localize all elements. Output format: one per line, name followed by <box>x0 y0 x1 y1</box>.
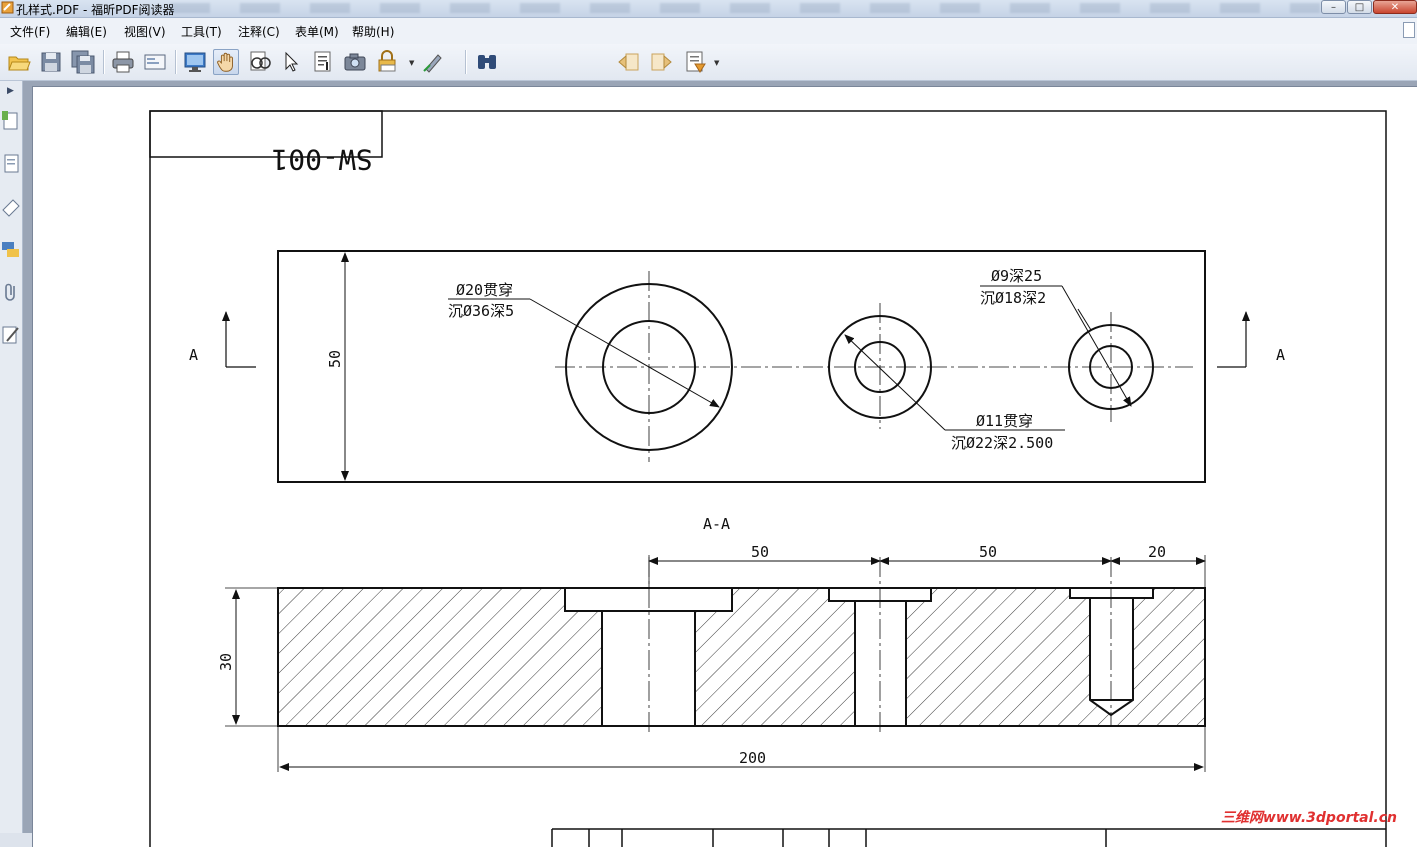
toolbar: ▼ ▼ <box>0 44 1417 114</box>
hole2-callout-line1: Ø11贯穿 <box>976 412 1033 430</box>
save-all-icon[interactable] <box>70 49 96 75</box>
section-hatch <box>278 588 1205 726</box>
hand-tool-icon[interactable] <box>213 49 239 75</box>
hole3-callout-line1: Ø9深25 <box>991 267 1042 285</box>
bookmark-icon[interactable] <box>1 196 21 218</box>
signature-icon[interactable] <box>1 324 21 346</box>
cad-drawing: SW-001 50 Ø20贯穿 沉Ø36深5 Ø11贯穿 沉Ø22深2.500 <box>149 110 1387 847</box>
sign-pen-icon[interactable] <box>420 49 446 75</box>
menu-help[interactable]: 帮助(H) <box>352 23 394 40</box>
hole3-callout-line2: 沉Ø18深2 <box>980 289 1046 307</box>
section-title: A-A <box>703 515 730 533</box>
print-icon[interactable] <box>110 49 136 75</box>
snapshot-icon[interactable] <box>342 49 368 75</box>
pages-icon[interactable] <box>1 110 21 132</box>
maximize-button[interactable]: □ <box>1347 0 1372 14</box>
attachment-icon[interactable] <box>1 281 21 303</box>
find-prev-icon[interactable] <box>616 49 642 75</box>
document-icon[interactable] <box>1403 22 1415 38</box>
find-next-icon[interactable] <box>648 49 674 75</box>
section-marker-right: A <box>1276 346 1285 364</box>
panel-expand-icon[interactable]: ▶ <box>7 86 14 96</box>
layers-icon[interactable] <box>1 153 21 175</box>
comments-icon[interactable] <box>1 239 21 261</box>
fullscreen-icon[interactable] <box>182 49 208 75</box>
blurred-taskbar-overlay <box>170 3 1320 13</box>
select-arrow-icon[interactable] <box>278 49 304 75</box>
dim-height-section: 30 <box>217 653 235 671</box>
find-binoculars-icon[interactable] <box>474 49 500 75</box>
menu-tools[interactable]: 工具(T) <box>181 23 222 40</box>
bottom-title-table <box>551 828 1386 847</box>
drawing-number: SW-001 <box>271 143 372 176</box>
foxit-app-icon <box>1 1 14 14</box>
sheet-border <box>149 110 1387 847</box>
hole1-callout-line2: 沉Ø36深5 <box>448 302 514 320</box>
typewriter-icon[interactable] <box>683 49 709 75</box>
menu-edit[interactable]: 编辑(E) <box>66 23 107 40</box>
watermark: 三维网www.3dportal.cn <box>1220 810 1397 826</box>
text-select-icon[interactable] <box>310 49 336 75</box>
open-folder-icon[interactable] <box>6 49 32 75</box>
menu-file[interactable]: 文件(F) <box>10 23 50 40</box>
zoom-tool-icon[interactable] <box>246 49 272 75</box>
menu-form[interactable]: 表单(M) <box>295 23 339 40</box>
dim-span-2: 50 <box>979 543 997 561</box>
hole1-callout-line1: Ø20贯穿 <box>456 281 513 299</box>
menu-comment[interactable]: 注释(C) <box>238 23 280 40</box>
close-button[interactable]: ✕ <box>1373 0 1417 14</box>
menu-bar: 文件(F) 编辑(E) 视图(V) 工具(T) 注释(C) 表单(M) 帮助(H… <box>0 18 1417 44</box>
minimize-button[interactable]: – <box>1321 0 1346 14</box>
navigation-panel: ▶ <box>0 81 23 833</box>
save-icon[interactable] <box>38 49 64 75</box>
title-bar: 孔样式.PDF - 福昕PDF阅读器 – □ ✕ <box>0 0 1417 18</box>
section-marker-left: A <box>189 346 198 364</box>
pdf-page: SW-001 50 Ø20贯穿 沉Ø36深5 Ø11贯穿 沉Ø22深2.500 <box>33 87 1417 847</box>
dim-height-top: 50 <box>326 350 344 368</box>
hole2-callout-line2: 沉Ø22深2.500 <box>951 434 1053 452</box>
email-icon[interactable] <box>142 49 168 75</box>
menu-view[interactable]: 视图(V) <box>124 23 166 40</box>
dim-span-3: 20 <box>1148 543 1166 561</box>
rms-lock-icon[interactable] <box>374 49 400 75</box>
dim-span-1: 50 <box>751 543 769 561</box>
top-view-outline <box>277 250 1206 483</box>
window-title: 孔样式.PDF - 福昕PDF阅读器 <box>16 3 175 17</box>
dim-overall-length: 200 <box>739 749 766 767</box>
